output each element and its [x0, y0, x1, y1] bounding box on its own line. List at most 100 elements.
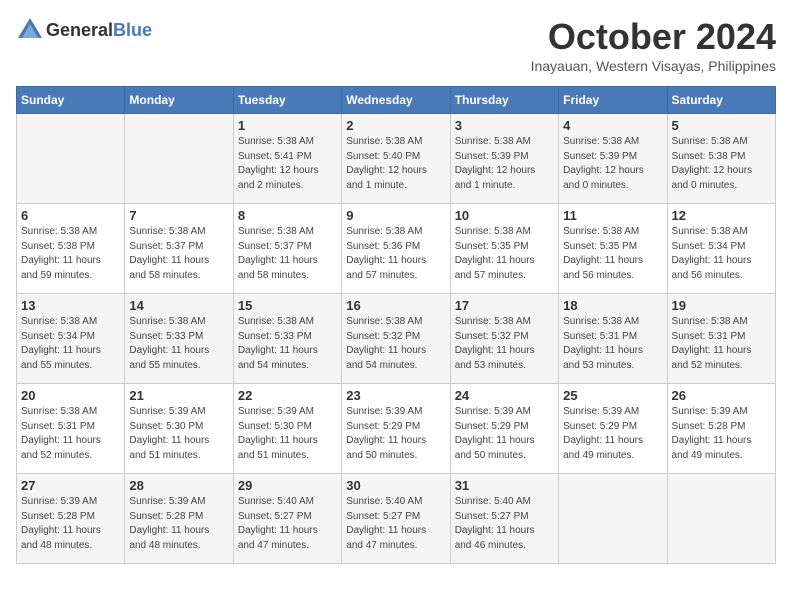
day-number: 6	[21, 208, 120, 223]
day-info: Sunrise: 5:38 AM Sunset: 5:38 PM Dayligh…	[21, 225, 120, 283]
week-row-2: 6 Sunrise: 5:38 AM Sunset: 5:38 PM Daylig…	[17, 204, 776, 294]
calendar-cell: 31 Sunrise: 5:40 AM Sunset: 5:27 PM Dayli…	[450, 474, 558, 564]
calendar-cell: 14Sunrise: 5:38 AM Sunset: 5:33 PM Dayli…	[125, 294, 233, 384]
day-info: Sunrise: 5:38 AM Sunset: 5:31 PM Dayligh…	[672, 315, 771, 373]
day-info: Sunrise: 5:39 AM Sunset: 5:28 PM Dayligh…	[21, 495, 120, 553]
calendar-cell: 20 Sunrise: 5:38 AM Sunset: 5:31 PM Dayli…	[17, 384, 125, 474]
day-number: 29	[238, 478, 337, 493]
day-number: 8	[238, 208, 337, 223]
week-row-5: 27 Sunrise: 5:39 AM Sunset: 5:28 PM Dayli…	[17, 474, 776, 564]
day-info: Sunrise: 5:38 AM Sunset: 5:32 PM Dayligh…	[455, 315, 554, 373]
calendar-cell: 18 Sunrise: 5:38 AM Sunset: 5:31 PM Dayli…	[559, 294, 667, 384]
day-number: 18	[563, 298, 662, 313]
day-info: Sunrise: 5:39 AM Sunset: 5:29 PM Dayligh…	[563, 405, 662, 463]
calendar-table: SundayMondayTuesdayWednesdayThursdayFrid…	[16, 86, 776, 564]
day-number: 31	[455, 478, 554, 493]
calendar-cell: 26 Sunrise: 5:39 AM Sunset: 5:28 PM Dayli…	[667, 384, 775, 474]
calendar-cell: 13 Sunrise: 5:38 AM Sunset: 5:34 PM Dayli…	[17, 294, 125, 384]
day-info: Sunrise: 5:38 AM Sunset: 5:39 PM Dayligh…	[455, 135, 554, 193]
day-number: 30	[346, 478, 445, 493]
day-info: Sunrise: 5:38 AM Sunset: 5:38 PM Dayligh…	[672, 135, 771, 193]
week-row-4: 20 Sunrise: 5:38 AM Sunset: 5:31 PM Dayli…	[17, 384, 776, 474]
day-info: Sunrise: 5:39 AM Sunset: 5:29 PM Dayligh…	[346, 405, 445, 463]
logo-icon	[16, 16, 44, 44]
day-number: 16	[346, 298, 445, 313]
calendar-cell: 28 Sunrise: 5:39 AM Sunset: 5:28 PM Dayli…	[125, 474, 233, 564]
calendar-cell	[125, 114, 233, 204]
calendar-cell: 4Sunrise: 5:38 AM Sunset: 5:39 PM Daylig…	[559, 114, 667, 204]
column-header-saturday: Saturday	[667, 87, 775, 114]
day-number: 17	[455, 298, 554, 313]
calendar-cell: 5 Sunrise: 5:38 AM Sunset: 5:38 PM Daylig…	[667, 114, 775, 204]
calendar-cell: 2 Sunrise: 5:38 AM Sunset: 5:40 PM Daylig…	[342, 114, 450, 204]
day-info: Sunrise: 5:38 AM Sunset: 5:41 PM Dayligh…	[238, 135, 337, 193]
day-info: Sunrise: 5:38 AM Sunset: 5:36 PM Dayligh…	[346, 225, 445, 283]
column-header-tuesday: Tuesday	[233, 87, 341, 114]
title-block: October 2024 Inayauan, Western Visayas, …	[531, 16, 776, 74]
calendar-cell: 24 Sunrise: 5:39 AM Sunset: 5:29 PM Dayli…	[450, 384, 558, 474]
calendar-cell: 27 Sunrise: 5:39 AM Sunset: 5:28 PM Dayli…	[17, 474, 125, 564]
day-info: Sunrise: 5:39 AM Sunset: 5:30 PM Dayligh…	[129, 405, 228, 463]
day-info: Sunrise: 5:38 AM Sunset: 5:34 PM Dayligh…	[672, 225, 771, 283]
day-info: Sunrise: 5:40 AM Sunset: 5:27 PM Dayligh…	[346, 495, 445, 553]
day-number: 1	[238, 118, 337, 133]
logo-text-general: General	[46, 20, 113, 40]
column-header-wednesday: Wednesday	[342, 87, 450, 114]
day-number: 5	[672, 118, 771, 133]
calendar-cell	[17, 114, 125, 204]
day-info: Sunrise: 5:39 AM Sunset: 5:28 PM Dayligh…	[129, 495, 228, 553]
calendar-cell: 8Sunrise: 5:38 AM Sunset: 5:37 PM Daylig…	[233, 204, 341, 294]
day-number: 13	[21, 298, 120, 313]
day-number: 20	[21, 388, 120, 403]
column-header-thursday: Thursday	[450, 87, 558, 114]
day-info: Sunrise: 5:40 AM Sunset: 5:27 PM Dayligh…	[238, 495, 337, 553]
week-row-3: 13 Sunrise: 5:38 AM Sunset: 5:34 PM Dayli…	[17, 294, 776, 384]
month-title: October 2024	[531, 16, 776, 58]
calendar-cell	[559, 474, 667, 564]
day-info: Sunrise: 5:38 AM Sunset: 5:40 PM Dayligh…	[346, 135, 445, 193]
day-number: 22	[238, 388, 337, 403]
day-number: 23	[346, 388, 445, 403]
day-number: 11	[563, 208, 662, 223]
calendar-cell: 7Sunrise: 5:38 AM Sunset: 5:37 PM Daylig…	[125, 204, 233, 294]
calendar-cell: 9Sunrise: 5:38 AM Sunset: 5:36 PM Daylig…	[342, 204, 450, 294]
calendar-cell: 15 Sunrise: 5:38 AM Sunset: 5:33 PM Dayli…	[233, 294, 341, 384]
calendar-cell: 1 Sunrise: 5:38 AM Sunset: 5:41 PM Daylig…	[233, 114, 341, 204]
day-number: 12	[672, 208, 771, 223]
day-info: Sunrise: 5:40 AM Sunset: 5:27 PM Dayligh…	[455, 495, 554, 553]
day-info: Sunrise: 5:39 AM Sunset: 5:29 PM Dayligh…	[455, 405, 554, 463]
day-number: 2	[346, 118, 445, 133]
day-info: Sunrise: 5:39 AM Sunset: 5:30 PM Dayligh…	[238, 405, 337, 463]
day-info: Sunrise: 5:38 AM Sunset: 5:31 PM Dayligh…	[563, 315, 662, 373]
day-number: 21	[129, 388, 228, 403]
calendar-cell: 23 Sunrise: 5:39 AM Sunset: 5:29 PM Dayli…	[342, 384, 450, 474]
calendar-header-row: SundayMondayTuesdayWednesdayThursdayFrid…	[17, 87, 776, 114]
day-info: Sunrise: 5:38 AM Sunset: 5:33 PM Dayligh…	[238, 315, 337, 373]
day-number: 3	[455, 118, 554, 133]
calendar-cell: 16Sunrise: 5:38 AM Sunset: 5:32 PM Dayli…	[342, 294, 450, 384]
calendar-cell: 6 Sunrise: 5:38 AM Sunset: 5:38 PM Daylig…	[17, 204, 125, 294]
page-header: GeneralBlue October 2024 Inayauan, Weste…	[16, 16, 776, 74]
calendar-cell: 22 Sunrise: 5:39 AM Sunset: 5:30 PM Dayli…	[233, 384, 341, 474]
day-info: Sunrise: 5:38 AM Sunset: 5:34 PM Dayligh…	[21, 315, 120, 373]
week-row-1: 1 Sunrise: 5:38 AM Sunset: 5:41 PM Daylig…	[17, 114, 776, 204]
day-number: 15	[238, 298, 337, 313]
day-number: 24	[455, 388, 554, 403]
day-info: Sunrise: 5:38 AM Sunset: 5:37 PM Dayligh…	[129, 225, 228, 283]
day-number: 26	[672, 388, 771, 403]
day-info: Sunrise: 5:38 AM Sunset: 5:35 PM Dayligh…	[563, 225, 662, 283]
day-info: Sunrise: 5:38 AM Sunset: 5:35 PM Dayligh…	[455, 225, 554, 283]
day-number: 27	[21, 478, 120, 493]
column-header-friday: Friday	[559, 87, 667, 114]
calendar-cell: 25Sunrise: 5:39 AM Sunset: 5:29 PM Dayli…	[559, 384, 667, 474]
column-header-monday: Monday	[125, 87, 233, 114]
calendar-cell	[667, 474, 775, 564]
calendar-cell: 12 Sunrise: 5:38 AM Sunset: 5:34 PM Dayli…	[667, 204, 775, 294]
day-number: 14	[129, 298, 228, 313]
calendar-cell: 19Sunrise: 5:38 AM Sunset: 5:31 PM Dayli…	[667, 294, 775, 384]
day-number: 28	[129, 478, 228, 493]
calendar-cell: 29 Sunrise: 5:40 AM Sunset: 5:27 PM Dayli…	[233, 474, 341, 564]
day-info: Sunrise: 5:39 AM Sunset: 5:28 PM Dayligh…	[672, 405, 771, 463]
calendar-cell: 21 Sunrise: 5:39 AM Sunset: 5:30 PM Dayli…	[125, 384, 233, 474]
day-info: Sunrise: 5:38 AM Sunset: 5:31 PM Dayligh…	[21, 405, 120, 463]
